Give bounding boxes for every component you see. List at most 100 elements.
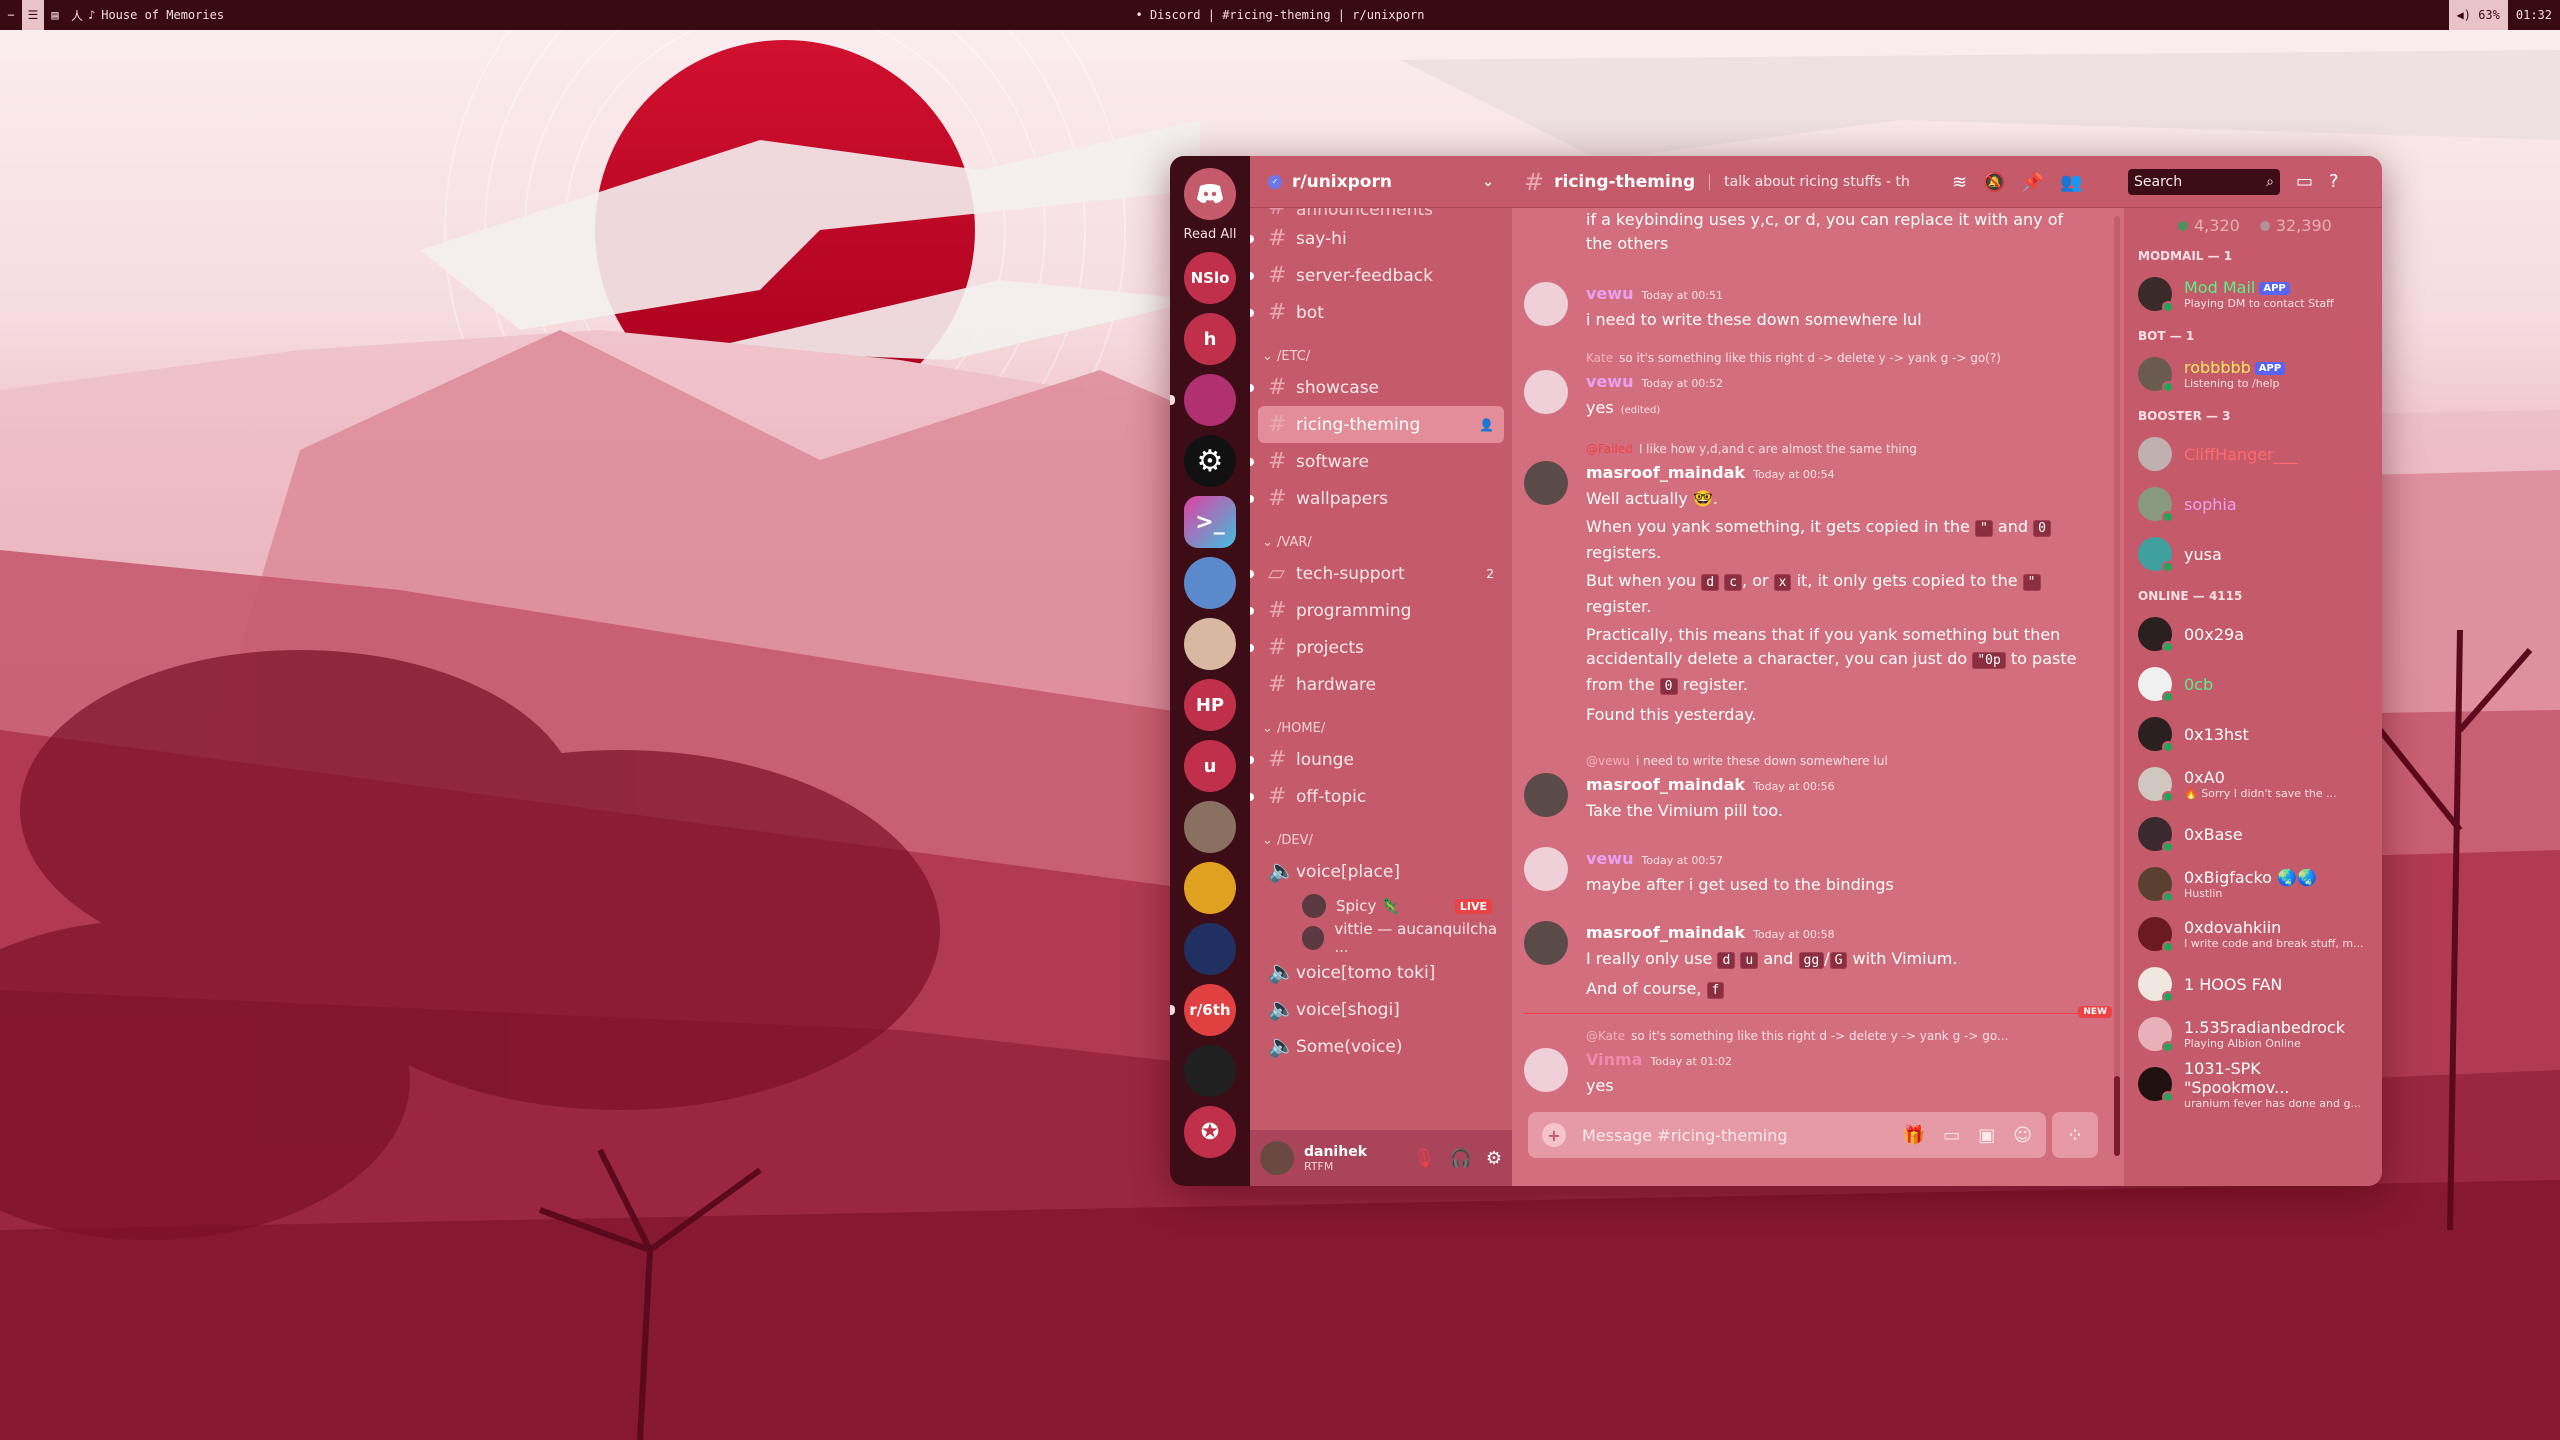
channel-off-topic[interactable]: # off-topic [1250, 778, 1504, 815]
avatar[interactable] [1524, 370, 1568, 414]
avatar[interactable] [1524, 773, 1568, 817]
server-icon-server[interactable] [1184, 923, 1236, 975]
channel-programming[interactable]: # programming [1250, 592, 1504, 629]
member-item[interactable]: 0xA0 🔥 Sorry I didn't save the ... [2138, 759, 2368, 809]
message-author[interactable]: masroof_maindak [1586, 463, 1745, 482]
member-item[interactable]: yusa [2138, 529, 2368, 579]
server-icon-terminal[interactable]: >_ [1184, 496, 1236, 548]
sticker-icon[interactable]: ▣ [1978, 1125, 1995, 1146]
help-icon[interactable]: ? [2329, 171, 2339, 192]
server-icon-mascot[interactable] [1184, 862, 1236, 914]
server-header[interactable]: ✓ r/unixporn ⌄ [1250, 156, 1512, 208]
voice-channel-some[interactable]: 🔈 Some(voice) [1258, 1028, 1504, 1065]
channel-topic[interactable]: talk about ricing stuffs - this ch... [1709, 173, 1909, 190]
message[interactable]: masroof_maindak Today at 00:54 Well actua… [1524, 461, 2112, 727]
read-all-button[interactable]: Read All [1184, 227, 1237, 242]
server-icon-stripes[interactable] [1184, 1045, 1236, 1097]
member-item[interactable]: 0xdovahkiin I write code and break stuff,… [2138, 909, 2368, 959]
threads-icon[interactable]: ≋ [1952, 172, 1967, 193]
discover-button[interactable]: ✪ [1184, 1106, 1236, 1158]
workspace-3[interactable]: ⼈ [66, 0, 88, 30]
workspace-1[interactable]: ☰ [22, 0, 44, 30]
channel-bot[interactable]: # bot [1250, 294, 1504, 331]
member-item[interactable]: CliffHanger___ [2138, 429, 2368, 479]
category-var[interactable]: ⌄ /VAR/ [1258, 517, 1504, 555]
scrollbar-thumb[interactable] [2114, 1076, 2120, 1156]
channel-projects[interactable]: # projects [1250, 629, 1504, 666]
member-item[interactable]: 0xBigfacko 🌏🌏 Hustlin [2138, 859, 2368, 909]
server-icon-nslo[interactable]: NSlo [1184, 252, 1236, 304]
member-item[interactable]: Mod Mail APP Playing DM to contact Staff [2138, 269, 2368, 319]
message-author[interactable]: masroof_maindak [1586, 923, 1745, 942]
apps-button[interactable]: ⁘ [2052, 1112, 2098, 1158]
channel-ricing-theming[interactable]: # ricing-theming 👤 [1258, 406, 1504, 443]
message-author[interactable]: Vinma [1586, 1050, 1642, 1069]
message[interactable]: vewu Today at 00:57 maybe after i get use… [1524, 847, 2112, 897]
channel-server-feedback[interactable]: # server-feedback [1250, 257, 1504, 294]
mute-notifications-icon[interactable]: 🔕 [1983, 172, 2005, 193]
voice-user[interactable]: vittie — aucanquilcha ... [1258, 920, 1504, 956]
channel-announcements[interactable]: # announcements [1258, 208, 1504, 220]
search-input[interactable]: Search ⌕ [2128, 168, 2280, 195]
channel-tech-support[interactable]: ▱ tech-support 2 [1250, 555, 1504, 592]
server-icon-yeah[interactable] [1170, 374, 1236, 426]
composer-placeholder[interactable]: Message #ricing-theming [1582, 1126, 1788, 1145]
server-icon-anime[interactable] [1184, 557, 1236, 609]
member-item[interactable]: 1 HOOS FAN [2138, 959, 2368, 1009]
member-item[interactable]: sophia [2138, 479, 2368, 529]
avatar[interactable] [1524, 847, 1568, 891]
message-author[interactable]: vewu [1586, 284, 1633, 303]
server-icon-u[interactable]: u [1184, 740, 1236, 792]
avatar[interactable] [1524, 461, 1568, 505]
message[interactable]: masroof_maindak Today at 00:56 Take the V… [1524, 773, 2112, 823]
reply-reference[interactable]: Kate so it's something like this right d … [1586, 348, 2112, 368]
server-icon-hp[interactable]: HP [1184, 679, 1236, 731]
member-item[interactable]: 0cb [2138, 659, 2368, 709]
member-item[interactable]: 1.535radianbedrock Playing Albion Online [2138, 1009, 2368, 1059]
gif-icon[interactable]: ▭ [1943, 1125, 1960, 1146]
voice-channel-place[interactable]: 🔈 voice[place] [1258, 853, 1504, 890]
category-home[interactable]: ⌄ /HOME/ [1258, 703, 1504, 741]
category-dev[interactable]: ⌄ /DEV/ [1258, 815, 1504, 853]
gift-icon[interactable]: 🎁 [1903, 1125, 1925, 1146]
reply-reference[interactable]: @Kate so it's something like this right d… [1586, 1026, 2112, 1046]
message-author[interactable]: vewu [1586, 849, 1633, 868]
channel-showcase[interactable]: # showcase [1250, 369, 1504, 406]
server-icon-h[interactable]: h [1184, 313, 1236, 365]
channel-hardware[interactable]: # hardware [1258, 666, 1504, 703]
inbox-icon[interactable]: ▭ [2296, 171, 2313, 192]
voice-channel-tomo-toki[interactable]: 🔈 voice[tomo toki] [1258, 954, 1504, 991]
member-item[interactable]: 00x29a [2138, 609, 2368, 659]
workspace-0[interactable]: − [0, 0, 22, 30]
pin-icon[interactable]: 📌 [2022, 172, 2044, 193]
channel-wallpapers[interactable]: # wallpapers [1250, 480, 1504, 517]
chat-scrollbar[interactable] [2114, 216, 2120, 1156]
member-item[interactable]: 1031-SPK "Spookmov... uranium fever has d… [2138, 1059, 2368, 1110]
message-author[interactable]: vewu [1586, 372, 1633, 391]
member-item[interactable]: 0x13hst [2138, 709, 2368, 759]
message[interactable]: masroof_maindak Today at 00:58 I really o… [1524, 921, 2112, 1003]
voice-channel-shogi[interactable]: 🔈 voice[shogi] [1258, 991, 1504, 1028]
avatar[interactable] [1524, 921, 1568, 965]
avatar[interactable] [1524, 1048, 1568, 1092]
mute-mic-icon[interactable]: 🎙 [1413, 1148, 1436, 1169]
avatar[interactable] [1524, 282, 1568, 326]
server-icon-r6th[interactable]: r/6th [1170, 984, 1236, 1036]
message-composer[interactable]: + Message #ricing-theming 🎁 ▭ ▣ ☺ [1528, 1112, 2046, 1158]
message-author[interactable]: masroof_maindak [1586, 775, 1745, 794]
emoji-icon[interactable]: ☺ [2013, 1125, 2032, 1146]
gear-icon[interactable]: ⚙ [1486, 1148, 1502, 1169]
member-item[interactable]: robbbbb APP Listening to /help [2138, 349, 2368, 399]
message[interactable]: vewu Today at 00:52 yes (edited) [1524, 370, 2112, 423]
headphones-icon[interactable]: 🎧 [1449, 1148, 1471, 1169]
workspace-2[interactable]: ▤ [44, 0, 66, 30]
server-icon-gear[interactable]: ⚙ [1184, 435, 1236, 487]
reply-reference[interactable]: @vewu i need to write these down somewher… [1586, 751, 2112, 771]
add-member-icon[interactable]: 👤 [1479, 418, 1494, 432]
reply-reference[interactable]: @Failed I like how y,d,and c are almost t… [1586, 439, 2112, 459]
channel-software[interactable]: # software [1250, 443, 1504, 480]
member-item[interactable]: 0xBase [2138, 809, 2368, 859]
avatar[interactable] [1260, 1141, 1294, 1175]
channel-say-hi[interactable]: # say-hi [1250, 220, 1504, 257]
category-etc[interactable]: ⌄ /ETC/ [1258, 331, 1504, 369]
